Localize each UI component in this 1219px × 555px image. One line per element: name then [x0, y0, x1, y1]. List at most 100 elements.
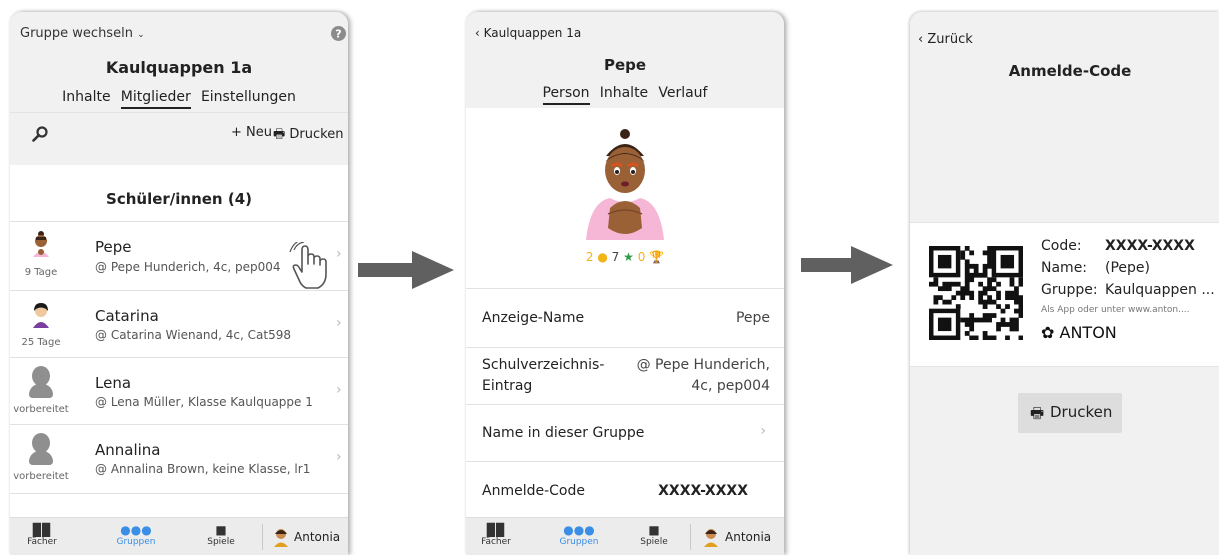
group-icon: ●●●: [563, 523, 595, 537]
anton-logo: ✿ ANTON: [1041, 323, 1117, 342]
gamepad-icon: ■: [648, 523, 660, 537]
active-days: 9 Tage: [24, 267, 58, 278]
tab-mitglieder[interactable]: Mitglieder: [120, 89, 191, 109]
tab-person[interactable]: Person: [542, 85, 590, 105]
bottom-nav: ▉▉ Fächer ●●● Gruppen ■ Spiele Antonia: [10, 517, 348, 555]
field-label: Schulverzeichnis-: [482, 357, 605, 373]
student-name: Pepe: [95, 238, 132, 256]
list-item-pepe[interactable]: 9 Tage Pepe @ Pepe Hunderich, 4c, pep004…: [10, 222, 348, 290]
user-name[interactable]: Antonia: [294, 530, 340, 544]
print-button[interactable]: 🖶 Drucken: [1018, 393, 1122, 433]
name-value: (Pepe): [1105, 260, 1150, 276]
tab-bar: Inhalte Mitglieder Einstellungen: [10, 86, 348, 109]
field-label: Anzeige-Name: [482, 310, 585, 326]
chevron-right-icon: ›: [336, 449, 342, 465]
nav-label: Gruppen: [559, 537, 599, 547]
login-code-value: XXXX-XXXX: [658, 483, 748, 499]
nav-label: Gruppen: [116, 537, 156, 547]
student-subtitle: @ Pepe Hunderich, 4c, pep004: [95, 260, 281, 274]
stats-row: 2 ● 7 ★ 0 🏆: [466, 250, 784, 264]
print-label: Drucken: [1050, 403, 1113, 421]
pointer-hand-icon: [289, 242, 327, 289]
coin-icon: ●: [597, 250, 608, 264]
page-title: Pepe: [603, 56, 647, 74]
nav-label: Spiele: [640, 537, 668, 547]
code-header: ‹ Zurück Anmelde-Code: [910, 12, 1219, 104]
screen-group-members: Gruppe wechseln ⌄ ? Kaulquappen 1a Inhal…: [10, 12, 348, 555]
screen-student-detail: ‹ Kaulquappen 1a Pepe Person Inhalte Ver…: [466, 12, 784, 555]
field-value: @ Pepe Hunderich,: [636, 357, 770, 373]
nav-gruppen[interactable]: ●●● Gruppen: [556, 523, 602, 547]
active-days: vorbereitet: [13, 404, 69, 415]
plus-icon: +: [231, 125, 242, 140]
page-title: Kaulquappen 1a: [105, 58, 253, 77]
tab-bar: Person Inhalte Verlauf: [466, 82, 784, 105]
active-days: 25 Tage: [21, 337, 61, 348]
avatar: [33, 303, 49, 328]
row-login-code[interactable]: Anmelde-Code XXXX-XXXX: [466, 462, 784, 517]
row-name-in-group[interactable]: Name in dieser Gruppe ›: [466, 405, 784, 461]
avatar: [33, 231, 49, 257]
tab-verlauf[interactable]: Verlauf: [658, 85, 707, 101]
login-code-card: Code: XXXX-XXXX Name: (Pepe) Gruppe: Kau…: [910, 222, 1219, 367]
new-label: Neu: [246, 125, 273, 140]
section-title: Schüler/innen (4): [106, 190, 252, 208]
detail-header: ‹ Kaulquappen 1a Pepe Person Inhalte Ver…: [466, 12, 784, 108]
bottom-nav: ▉▉ Fächer ●●● Gruppen ■ Spiele Antonia: [466, 517, 784, 555]
anton-logo-icon: ✿: [1041, 323, 1055, 342]
student-name: Catarina: [95, 307, 159, 325]
new-student-button[interactable]: + Neu: [231, 125, 272, 140]
svg-text:?: ?: [335, 28, 341, 41]
row-school-directory[interactable]: Schulverzeichnis- Eintrag @ Pepe Hunderi…: [466, 348, 784, 404]
chevron-right-icon: ›: [760, 423, 766, 439]
group-header: Gruppe wechseln ⌄ ? Kaulquappen 1a Inhal…: [10, 12, 348, 155]
star-count: 7: [611, 250, 620, 264]
row-display-name[interactable]: Anzeige-Name Pepe: [466, 289, 784, 347]
tab-inhalte[interactable]: Inhalte: [62, 89, 110, 105]
chevron-right-icon: ›: [336, 315, 342, 331]
group-switch-button[interactable]: Gruppe wechseln ⌄: [20, 26, 145, 41]
back-label: Zurück: [927, 32, 973, 47]
list-item-lena[interactable]: vorbereitet Lena @ Lena Müller, Klasse K…: [10, 358, 348, 424]
user-avatar: [274, 529, 288, 547]
nav-gruppen[interactable]: ●●● Gruppen: [113, 523, 159, 547]
user-avatar: [704, 529, 718, 547]
code-key: Code:: [1041, 238, 1082, 254]
tab-einstellungen[interactable]: Einstellungen: [201, 89, 296, 105]
student-subtitle: @ Catarina Wienand, 4c, Cat598: [95, 328, 291, 342]
back-button[interactable]: ‹ Zurück: [918, 32, 973, 47]
nav-label: Spiele: [207, 537, 235, 547]
chevron-right-icon: ›: [336, 382, 342, 398]
tab-inhalte[interactable]: Inhalte: [600, 85, 648, 101]
chevron-down-icon: ⌄: [137, 30, 145, 40]
list-item-catarina[interactable]: 25 Tage Catarina @ Catarina Wienand, 4c,…: [10, 291, 348, 357]
arrow-right-icon: [801, 246, 893, 284]
books-icon: ▉▉: [486, 523, 506, 537]
hint-text: Als App oder unter www.anton....: [1041, 305, 1190, 315]
coin-count: 2: [585, 250, 594, 264]
user-name[interactable]: Antonia: [725, 530, 771, 544]
books-icon: ▉▉: [32, 523, 52, 537]
back-button[interactable]: ‹ Kaulquappen 1a: [475, 26, 581, 40]
trophy-icon: 🏆: [649, 250, 665, 264]
search-icon[interactable]: [32, 126, 48, 142]
arrow-right-icon: [358, 251, 454, 289]
name-key: Name:: [1041, 260, 1088, 276]
back-label: Kaulquappen 1a: [483, 26, 582, 40]
qr-code-icon: [929, 246, 1023, 340]
student-name: Lena: [95, 374, 132, 392]
print-button[interactable]: 🖶 Drucken: [273, 125, 343, 147]
nav-spiele[interactable]: ■ Spiele: [203, 523, 239, 547]
nav-label: Fächer: [27, 537, 57, 547]
help-icon[interactable]: ?: [331, 26, 346, 41]
brand-name: ANTON: [1059, 323, 1117, 342]
code-value: XXXX-XXXX: [1105, 238, 1195, 254]
printer-icon: 🖶: [1030, 404, 1045, 422]
group-value: Kaulquappen ...: [1105, 282, 1215, 298]
list-item-annalina[interactable]: vorbereitet Annalina @ Annalina Brown, k…: [10, 425, 348, 493]
nav-spiele[interactable]: ■ Spiele: [636, 523, 672, 547]
list-spacer: [10, 494, 348, 517]
nav-faecher[interactable]: ▉▉ Fächer: [22, 523, 62, 547]
nav-faecher[interactable]: ▉▉ Fächer: [476, 523, 516, 547]
chevron-left-icon: ‹: [475, 26, 480, 40]
